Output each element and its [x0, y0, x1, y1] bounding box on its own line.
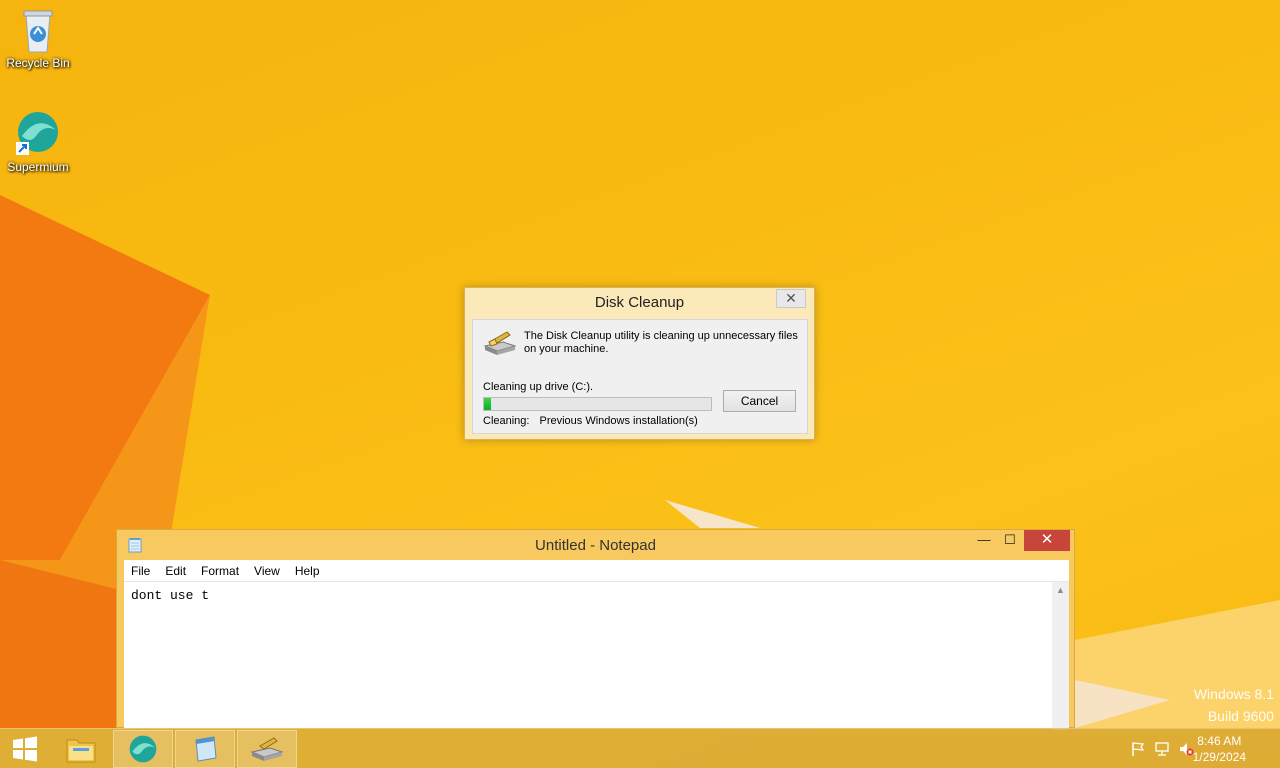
watermark-build: Build 9600	[1207, 708, 1274, 724]
cleanup-progress-bar	[483, 397, 712, 411]
action-center-tray[interactable]	[1128, 729, 1148, 768]
network-icon	[1155, 742, 1169, 756]
cleaning-label: Cleaning:	[483, 415, 530, 427]
menu-edit[interactable]: Edit	[165, 564, 186, 578]
text-editor[interactable]: dont use t ▲	[124, 581, 1069, 730]
recycle-bin-label: Recycle Bin	[6, 56, 70, 70]
disk-cleanup-icon	[483, 330, 517, 356]
notepad-window: Untitled - Notepad — ☐ ✕ File Edit Forma…	[116, 529, 1075, 730]
editor-content: dont use t	[131, 588, 210, 603]
flag-icon	[1132, 742, 1145, 756]
dialog-close-button[interactable]: ✕	[776, 289, 806, 308]
dialog-title: Disk Cleanup	[594, 294, 685, 311]
supermium-shortcut[interactable]: Supermium	[0, 110, 76, 174]
cancel-button[interactable]: Cancel	[723, 390, 796, 412]
progress-fill	[484, 398, 491, 410]
dialog-body: The Disk Cleanup utility is cleaning up …	[472, 319, 808, 434]
system-clock[interactable]: 8:46 AM 1/29/2024	[1193, 733, 1246, 765]
menu-view[interactable]: View	[254, 564, 280, 578]
recycle-bin-shortcut[interactable]: Recycle Bin	[0, 6, 76, 70]
watermark-version: Windows 8.1	[1193, 686, 1274, 702]
disk-cleanup-dialog: Disk Cleanup ✕ The Disk Cleanup utility …	[464, 287, 815, 440]
notepad-icon	[195, 736, 217, 762]
scroll-up-icon[interactable]: ▲	[1052, 582, 1069, 599]
drive-label: Cleaning up drive (C:).	[483, 381, 594, 393]
windows-logo-icon	[13, 736, 37, 762]
cleaning-item: Previous Windows installation(s)	[539, 415, 698, 427]
close-button[interactable]: ✕	[1024, 530, 1070, 551]
clock-time: 8:46 AM	[1197, 734, 1242, 748]
taskbar-disk-cleanup[interactable]	[237, 730, 297, 768]
disk-cleanup-icon	[250, 737, 284, 761]
taskbar-file-explorer[interactable]	[51, 730, 111, 768]
network-tray[interactable]	[1152, 729, 1172, 768]
folder-icon	[66, 739, 96, 763]
supermium-icon	[129, 735, 157, 763]
vertical-scrollbar[interactable]: ▲	[1052, 582, 1069, 730]
maximize-button[interactable]: ☐	[997, 530, 1023, 551]
menu-file[interactable]: File	[131, 564, 150, 578]
windows-watermark: Windows 8.1 Build 9600	[1194, 683, 1274, 727]
taskbar-notepad[interactable]	[175, 730, 235, 768]
minimize-button[interactable]: —	[971, 530, 997, 551]
clock-date: 1/29/2024	[1192, 750, 1246, 764]
cleaning-status: Cleaning: Previous Windows installation(s…	[483, 415, 698, 427]
start-button[interactable]	[0, 729, 50, 768]
notepad-title: Untitled - Notepad	[535, 537, 656, 554]
menu-format[interactable]: Format	[201, 564, 239, 578]
menu-help[interactable]: Help	[295, 564, 320, 578]
taskbar-supermium[interactable]	[113, 730, 173, 768]
recycle-bin-icon	[14, 6, 62, 54]
dialog-message: The Disk Cleanup utility is cleaning up …	[524, 330, 798, 355]
taskbar: 8:46 AM 1/29/2024	[0, 728, 1280, 768]
speaker-muted-icon	[1180, 743, 1194, 756]
supermium-label: Supermium	[7, 160, 69, 174]
supermium-icon	[14, 110, 62, 158]
menu-bar: File Edit Format View Help	[124, 560, 1069, 581]
